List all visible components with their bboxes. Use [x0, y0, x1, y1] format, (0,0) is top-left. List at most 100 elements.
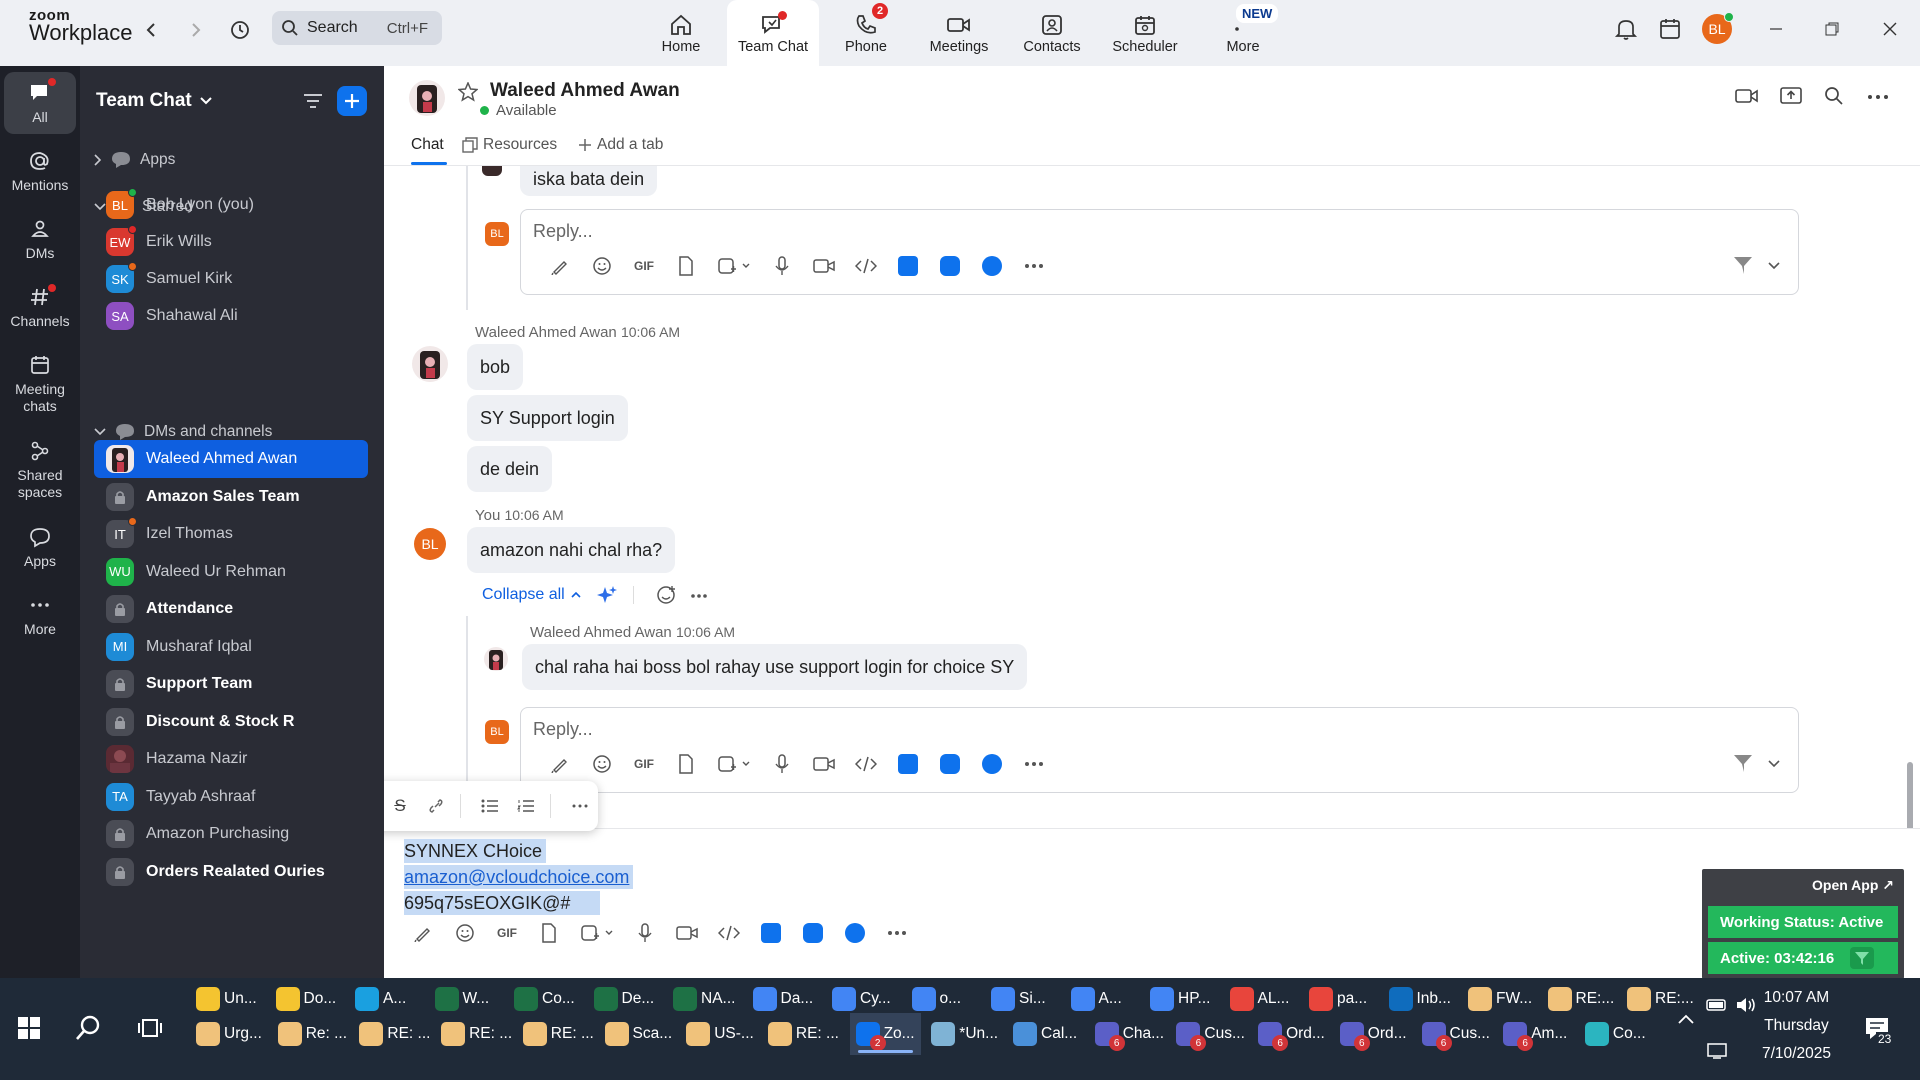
contact-item[interactable]: SK Samuel Kirk: [94, 260, 368, 298]
chat-item[interactable]: WU Waleed Ur Rehman: [94, 553, 368, 591]
message-bubble[interactable]: chal raha hai boss bol rahay use support…: [522, 644, 1028, 690]
chat-item[interactable]: Hazama Nazir: [94, 740, 368, 778]
rail-item-channels[interactable]: Channels: [4, 284, 76, 330]
taskbar-app[interactable]: Urg...: [196, 1013, 262, 1055]
composer-text[interactable]: SYNNEX CHoice amazon@vcloudchoice.com 69…: [404, 839, 634, 917]
send-icon[interactable]: [1732, 752, 1754, 774]
video-call-icon[interactable]: [1735, 86, 1759, 106]
rail-item-mentions[interactable]: Mentions: [4, 148, 76, 194]
chat-item[interactable]: Support Team: [94, 665, 368, 703]
contact-item[interactable]: BL Bob Lyon (you): [94, 186, 368, 224]
whiteboard-app-icon[interactable]: [929, 752, 971, 776]
network-icon[interactable]: [1706, 1042, 1728, 1060]
bullet-list-icon[interactable]: [472, 799, 508, 813]
taskbar-app[interactable]: Sca...: [604, 1013, 672, 1055]
send-icon[interactable]: [1732, 254, 1754, 276]
taskbar-app[interactable]: Cal...: [1013, 1013, 1077, 1055]
tab-phone[interactable]: 2 Phone: [820, 0, 912, 66]
video-clip-icon[interactable]: [803, 752, 845, 776]
task-view-icon[interactable]: [138, 1017, 162, 1039]
notes-app-icon[interactable]: [971, 254, 1013, 278]
chat-item[interactable]: Amazon Sales Team: [94, 478, 368, 516]
tab-contacts[interactable]: Contacts: [1006, 0, 1098, 66]
rail-item-more[interactable]: More: [4, 592, 76, 638]
contact-item[interactable]: EW Erik Wills: [94, 223, 368, 261]
minimize-button[interactable]: [1758, 14, 1794, 44]
taskbar-app[interactable]: US-...: [686, 1013, 754, 1055]
filter-icon[interactable]: [1850, 947, 1874, 969]
format-icon[interactable]: [539, 752, 581, 776]
rail-item-all[interactable]: All: [4, 72, 76, 134]
sender-avatar[interactable]: [412, 346, 448, 382]
chat-item[interactable]: Discount & Stock R: [94, 703, 368, 741]
emoji-icon[interactable]: [581, 254, 623, 278]
microphone-icon[interactable]: [761, 254, 803, 278]
more-tools-icon[interactable]: [1013, 254, 1055, 278]
taskbar-app[interactable]: RE: ...: [522, 1013, 594, 1055]
chat-item[interactable]: Amazon Purchasing: [94, 815, 368, 853]
tab-meetings[interactable]: Meetings: [913, 0, 1005, 66]
message-bubble[interactable]: de dein: [467, 446, 553, 492]
taskbar-app[interactable]: 6 Ord...: [1339, 1013, 1407, 1055]
add-tab-button[interactable]: Add a tab: [578, 136, 663, 154]
chat-item[interactable]: TA Tayyab Ashraaf: [94, 778, 368, 816]
bell-icon[interactable]: [1614, 16, 1638, 42]
message-more-icon[interactable]: [690, 593, 708, 599]
file-icon[interactable]: [528, 921, 570, 945]
section-dms-and-channels[interactable]: DMs and channels: [94, 422, 272, 442]
taskbar-app[interactable]: *Un...: [931, 1013, 998, 1055]
link-icon[interactable]: [418, 798, 454, 814]
gif-button[interactable]: GIF: [623, 254, 665, 278]
tray-chevron-up-icon[interactable]: [1678, 1014, 1694, 1024]
code-snippet-icon[interactable]: [845, 254, 887, 278]
tab-resources[interactable]: Resources: [462, 136, 557, 154]
windows-start-icon[interactable]: [18, 1017, 40, 1039]
battery-icon[interactable]: [1706, 998, 1728, 1012]
chat-item[interactable]: Waleed Ahmed Awan: [94, 440, 368, 478]
taskbar-app[interactable]: RE: ...: [767, 1013, 839, 1055]
message-bubble[interactable]: SY Support login: [467, 395, 628, 441]
back-arrow-icon[interactable]: [137, 16, 165, 44]
user-avatar[interactable]: BL: [1702, 12, 1734, 44]
taskbar-app[interactable]: 2 Zo...: [849, 1013, 921, 1055]
message-bubble[interactable]: amazon nahi chal rha?: [467, 527, 676, 573]
docs-app-icon[interactable]: [887, 752, 929, 776]
format-icon[interactable]: [402, 921, 444, 945]
strikethrough-button[interactable]: S: [384, 796, 418, 816]
close-button[interactable]: [1872, 14, 1908, 44]
whiteboard-app-icon[interactable]: [792, 921, 834, 945]
search-icon[interactable]: [1824, 86, 1844, 106]
numbered-list-icon[interactable]: [508, 799, 544, 813]
message-composer[interactable]: B I S SYNNEX CHoice amazon@vcloudchoice.…: [384, 781, 1920, 978]
chat-item[interactable]: Attendance: [94, 590, 368, 628]
notes-app-icon[interactable]: [971, 752, 1013, 776]
video-clip-icon[interactable]: [666, 921, 708, 945]
file-icon[interactable]: [665, 752, 707, 776]
collapse-all-link[interactable]: Collapse all: [482, 586, 581, 604]
microphone-icon[interactable]: [624, 921, 666, 945]
sender-avatar[interactable]: BL: [414, 528, 446, 560]
taskbar-clock[interactable]: 10:07 AM Thursday 7/10/2025: [1762, 984, 1831, 1068]
more-tools-icon[interactable]: [876, 921, 918, 945]
section-apps[interactable]: Apps: [94, 150, 175, 170]
video-clip-icon[interactable]: [803, 254, 845, 278]
more-format-icon[interactable]: [562, 804, 598, 808]
share-screen-icon[interactable]: [1779, 85, 1803, 107]
message-bubble[interactable]: iska bata dein: [520, 166, 658, 196]
docs-app-icon[interactable]: [887, 254, 929, 278]
search-input[interactable]: Search Ctrl+F: [272, 11, 442, 45]
chat-item[interactable]: IT Izel Thomas: [94, 515, 368, 553]
taskbar-app[interactable]: Re: ...: [277, 1013, 347, 1055]
chevron-down-icon[interactable]: [1768, 760, 1780, 768]
tab-team-chat[interactable]: Team Chat: [727, 0, 819, 68]
docs-app-icon[interactable]: [750, 921, 792, 945]
taskbar-app[interactable]: 6 Cus...: [1176, 1013, 1245, 1055]
format-icon[interactable]: [539, 254, 581, 278]
sidebar-title[interactable]: Team Chat: [96, 90, 212, 112]
notification-center-icon[interactable]: 23: [1864, 1016, 1894, 1046]
notes-app-icon[interactable]: [834, 921, 876, 945]
new-chat-button[interactable]: [337, 86, 367, 116]
taskbar-app[interactable]: 6 Cus...: [1421, 1013, 1490, 1055]
reply-box[interactable]: Reply... GIF: [520, 209, 1799, 295]
rail-item-shared-spaces[interactable]: Shared spaces: [4, 438, 76, 501]
